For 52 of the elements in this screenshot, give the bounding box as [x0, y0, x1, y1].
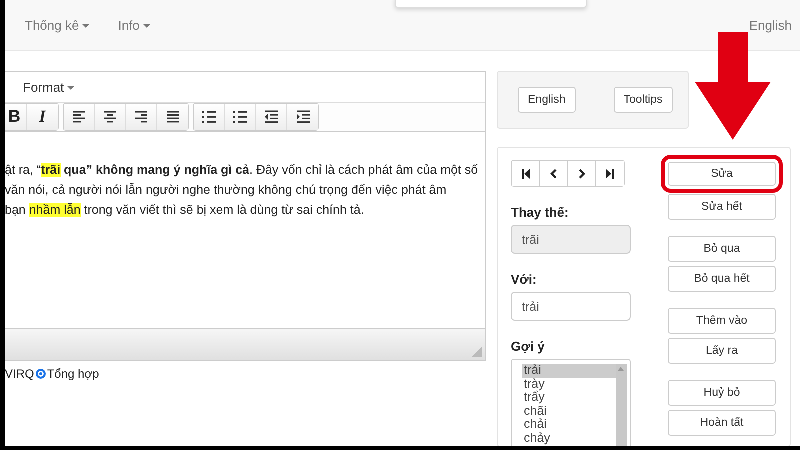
- align-right-icon: [133, 110, 149, 124]
- option-button[interactable]: English: [518, 87, 576, 113]
- suggestion-item[interactable]: trẩy: [522, 391, 616, 404]
- toolbar-button[interactable]: [64, 104, 95, 130]
- nav-menu[interactable]: Info: [118, 18, 151, 32]
- action-button[interactable]: Bỏ qua hết: [668, 266, 776, 292]
- suggestion-item[interactable]: chãi: [522, 404, 616, 418]
- paragraph-text: ật ra, “trãi qua” không mang ý nghĩa gì cả. Đây vốn chỉ là cách phát âm của một số văn nói, cả người nói lẫn người nghe thường không chú trọng đến việc phát âm bạn nhầm lẫn trong văn viết thì sẽ bị xem là dùng từ sai chính tả.: [5, 162, 480, 219]
- down-arrow-icon: [693, 32, 773, 142]
- suggestion-item[interactable]: trày: [522, 378, 616, 391]
- action-button[interactable]: Lấy ra: [668, 338, 776, 364]
- scrollbar[interactable]: [616, 364, 627, 446]
- justify-icon: [164, 110, 180, 124]
- language-link[interactable]: English: [749, 18, 792, 32]
- align-center-icon: [102, 110, 118, 124]
- field-label: Thay thế:: [511, 205, 570, 220]
- toolbar-button[interactable]: [157, 104, 188, 130]
- action-button[interactable]: Thêm vào: [668, 308, 776, 334]
- toolbar-button[interactable]: [256, 104, 287, 130]
- format-button[interactable]: I: [27, 104, 58, 130]
- nav-menu[interactable]: Thống kê: [25, 18, 90, 32]
- field-label: Gợi ý: [511, 339, 546, 354]
- toolbar-button[interactable]: [287, 104, 318, 130]
- field-label: Với:: [511, 272, 538, 287]
- bullet-list-icon: [201, 110, 217, 124]
- outdent-icon: [263, 110, 279, 124]
- action-button[interactable]: Hoàn tất: [668, 410, 776, 436]
- toolbar-button[interactable]: [194, 104, 225, 130]
- replacement-field[interactable]: trải: [511, 292, 631, 321]
- previous-icon: [548, 168, 558, 178]
- next-icon: [576, 168, 586, 178]
- last-icon: [605, 168, 615, 178]
- option-label: VIRQ: [5, 367, 34, 381]
- option-label: Tổng hợp: [47, 367, 100, 381]
- indent-icon: [294, 110, 310, 124]
- action-button[interactable]: Sửa hết: [668, 194, 776, 220]
- align-left-icon: [71, 110, 87, 124]
- first-icon: [520, 168, 530, 178]
- option-button[interactable]: Tooltips: [614, 87, 673, 113]
- toolbar-button[interactable]: [225, 104, 256, 130]
- resize-grip-icon[interactable]: [472, 347, 482, 357]
- format-button[interactable]: B: [5, 104, 27, 130]
- toolbar-button[interactable]: [126, 104, 157, 130]
- toolbar-button[interactable]: [95, 104, 126, 130]
- suggestion-item[interactable]: trải: [522, 364, 616, 378]
- action-button[interactable]: Huỷ bỏ: [668, 380, 776, 406]
- nav-button[interactable]: [512, 161, 540, 186]
- action-button[interactable]: Bỏ qua: [668, 236, 776, 262]
- suggestion-item[interactable]: chảy: [522, 432, 616, 445]
- radio-button[interactable]: [36, 369, 46, 379]
- suggestion-item[interactable]: chải: [522, 418, 616, 432]
- format-menu[interactable]: Format: [23, 80, 76, 94]
